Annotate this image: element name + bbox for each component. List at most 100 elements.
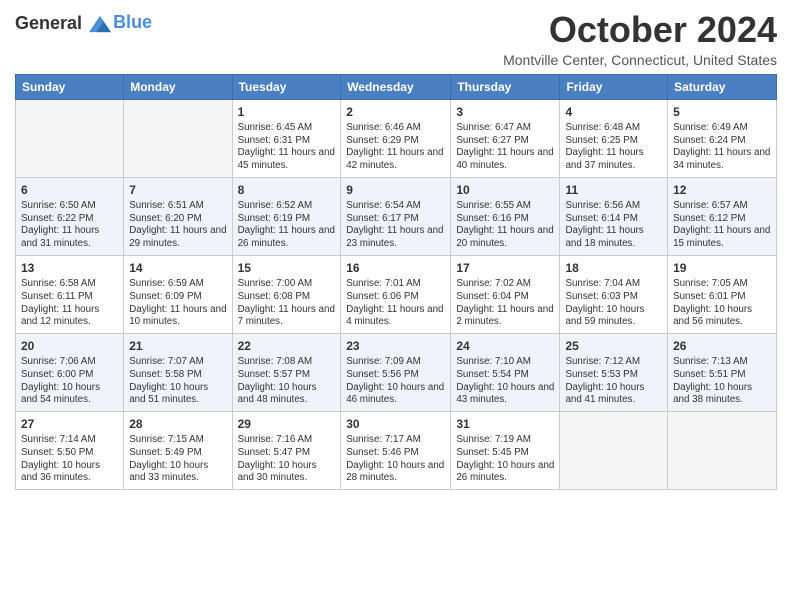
day-info: Sunrise: 7:00 AM Sunset: 6:08 PM Dayligh…: [238, 278, 336, 329]
day-info: Sunrise: 7:05 AM Sunset: 6:01 PM Dayligh…: [673, 278, 771, 329]
day-info: Sunrise: 6:57 AM Sunset: 6:12 PM Dayligh…: [673, 200, 771, 251]
day-info: Sunrise: 7:14 AM Sunset: 5:50 PM Dayligh…: [21, 434, 118, 485]
calendar-cell: 28 Sunrise: 7:15 AM Sunset: 5:49 PM Dayli…: [124, 412, 232, 490]
calendar-cell: 4 Sunrise: 6:48 AM Sunset: 6:25 PM Daylig…: [560, 99, 668, 177]
day-info: Sunrise: 7:15 AM Sunset: 5:49 PM Dayligh…: [129, 434, 226, 485]
day-info: Sunrise: 6:52 AM Sunset: 6:19 PM Dayligh…: [238, 200, 336, 251]
calendar-cell: 26 Sunrise: 7:13 AM Sunset: 5:51 PM Dayli…: [668, 333, 777, 411]
calendar-week-row: 27Sunrise: 7:14 AM Sunset: 5:50 PM Dayli…: [16, 412, 777, 490]
calendar-cell: 2 Sunrise: 6:46 AM Sunset: 6:29 PM Daylig…: [341, 99, 451, 177]
col-tuesday: Tuesday: [232, 74, 341, 99]
col-sunday: Sunday: [16, 74, 124, 99]
col-thursday: Thursday: [451, 74, 560, 99]
day-info: Sunrise: 6:48 AM Sunset: 6:25 PM Dayligh…: [565, 122, 662, 173]
calendar-cell: 23 Sunrise: 7:09 AM Sunset: 5:56 PM Dayli…: [341, 333, 451, 411]
day-number: 13: [21, 260, 118, 276]
day-number: 30: [346, 416, 445, 432]
day-number: 5: [673, 104, 771, 120]
calendar-cell: 31Sunrise: 7:19 AM Sunset: 5:45 PM Dayli…: [451, 412, 560, 490]
calendar-cell: 9 Sunrise: 6:54 AM Sunset: 6:17 PM Daylig…: [341, 177, 451, 255]
day-info: Sunrise: 6:47 AM Sunset: 6:27 PM Dayligh…: [456, 122, 554, 173]
day-number: 20: [21, 338, 118, 354]
calendar-cell: 18Sunrise: 7:04 AM Sunset: 6:03 PM Dayli…: [560, 255, 668, 333]
calendar-cell: 22 Sunrise: 7:08 AM Sunset: 5:57 PM Dayli…: [232, 333, 341, 411]
calendar-page: General Blue October 2024 Montville Cent…: [0, 0, 792, 612]
day-number: 18: [565, 260, 662, 276]
logo-icon: [89, 15, 111, 33]
day-info: Sunrise: 7:09 AM Sunset: 5:56 PM Dayligh…: [346, 356, 445, 407]
day-number: 14: [129, 260, 226, 276]
calendar-cell: 24Sunrise: 7:10 AM Sunset: 5:54 PM Dayli…: [451, 333, 560, 411]
day-number: 8: [238, 182, 336, 198]
calendar-cell: 1Sunrise: 6:45 AM Sunset: 6:31 PM Daylig…: [232, 99, 341, 177]
day-number: 10: [456, 182, 554, 198]
day-number: 4: [565, 104, 662, 120]
calendar-cell: 19 Sunrise: 7:05 AM Sunset: 6:01 PM Dayli…: [668, 255, 777, 333]
day-number: 28: [129, 416, 226, 432]
day-info: Sunrise: 7:07 AM Sunset: 5:58 PM Dayligh…: [129, 356, 226, 407]
day-info: Sunrise: 7:10 AM Sunset: 5:54 PM Dayligh…: [456, 356, 554, 407]
day-info: Sunrise: 6:59 AM Sunset: 6:09 PM Dayligh…: [129, 278, 226, 329]
day-info: Sunrise: 7:13 AM Sunset: 5:51 PM Dayligh…: [673, 356, 771, 407]
calendar-week-row: 13Sunrise: 6:58 AM Sunset: 6:11 PM Dayli…: [16, 255, 777, 333]
day-info: Sunrise: 6:54 AM Sunset: 6:17 PM Dayligh…: [346, 200, 445, 251]
calendar-cell: 15 Sunrise: 7:00 AM Sunset: 6:08 PM Dayli…: [232, 255, 341, 333]
day-info: Sunrise: 6:45 AM Sunset: 6:31 PM Dayligh…: [238, 122, 336, 173]
calendar-cell: 16 Sunrise: 7:01 AM Sunset: 6:06 PM Dayli…: [341, 255, 451, 333]
day-number: 31: [456, 416, 554, 432]
calendar-cell: [124, 99, 232, 177]
day-info: Sunrise: 6:55 AM Sunset: 6:16 PM Dayligh…: [456, 200, 554, 251]
location: Montville Center, Connecticut, United St…: [503, 52, 777, 68]
day-number: 12: [673, 182, 771, 198]
month-title: October 2024: [503, 10, 777, 50]
day-number: 22: [238, 338, 336, 354]
day-info: Sunrise: 6:46 AM Sunset: 6:29 PM Dayligh…: [346, 122, 445, 173]
day-number: 3: [456, 104, 554, 120]
calendar-cell: [16, 99, 124, 177]
logo: General Blue: [15, 14, 152, 34]
calendar-cell: [560, 412, 668, 490]
calendar-cell: 6Sunrise: 6:50 AM Sunset: 6:22 PM Daylig…: [16, 177, 124, 255]
calendar-week-row: 6Sunrise: 6:50 AM Sunset: 6:22 PM Daylig…: [16, 177, 777, 255]
day-info: Sunrise: 7:08 AM Sunset: 5:57 PM Dayligh…: [238, 356, 336, 407]
calendar-header-row: Sunday Monday Tuesday Wednesday Thursday…: [16, 74, 777, 99]
day-number: 26: [673, 338, 771, 354]
day-number: 7: [129, 182, 226, 198]
calendar-cell: [668, 412, 777, 490]
day-number: 15: [238, 260, 336, 276]
calendar-cell: 3 Sunrise: 6:47 AM Sunset: 6:27 PM Daylig…: [451, 99, 560, 177]
calendar-cell: 29 Sunrise: 7:16 AM Sunset: 5:47 PM Dayli…: [232, 412, 341, 490]
col-friday: Friday: [560, 74, 668, 99]
day-number: 17: [456, 260, 554, 276]
calendar-cell: 25Sunrise: 7:12 AM Sunset: 5:53 PM Dayli…: [560, 333, 668, 411]
calendar-cell: 21 Sunrise: 7:07 AM Sunset: 5:58 PM Dayli…: [124, 333, 232, 411]
calendar-week-row: 1Sunrise: 6:45 AM Sunset: 6:31 PM Daylig…: [16, 99, 777, 177]
day-number: 21: [129, 338, 226, 354]
day-info: Sunrise: 7:06 AM Sunset: 6:00 PM Dayligh…: [21, 356, 118, 407]
day-number: 9: [346, 182, 445, 198]
calendar-cell: 17 Sunrise: 7:02 AM Sunset: 6:04 PM Dayli…: [451, 255, 560, 333]
day-number: 2: [346, 104, 445, 120]
day-info: Sunrise: 6:51 AM Sunset: 6:20 PM Dayligh…: [129, 200, 226, 251]
calendar-cell: 12 Sunrise: 6:57 AM Sunset: 6:12 PM Dayli…: [668, 177, 777, 255]
day-info: Sunrise: 7:12 AM Sunset: 5:53 PM Dayligh…: [565, 356, 662, 407]
day-info: Sunrise: 7:02 AM Sunset: 6:04 PM Dayligh…: [456, 278, 554, 329]
day-number: 23: [346, 338, 445, 354]
calendar-table: Sunday Monday Tuesday Wednesday Thursday…: [15, 74, 777, 491]
day-info: Sunrise: 7:17 AM Sunset: 5:46 PM Dayligh…: [346, 434, 445, 485]
day-info: Sunrise: 7:01 AM Sunset: 6:06 PM Dayligh…: [346, 278, 445, 329]
calendar-cell: 10 Sunrise: 6:55 AM Sunset: 6:16 PM Dayli…: [451, 177, 560, 255]
calendar-cell: 11Sunrise: 6:56 AM Sunset: 6:14 PM Dayli…: [560, 177, 668, 255]
day-info: Sunrise: 7:16 AM Sunset: 5:47 PM Dayligh…: [238, 434, 336, 485]
day-number: 19: [673, 260, 771, 276]
calendar-cell: 14 Sunrise: 6:59 AM Sunset: 6:09 PM Dayli…: [124, 255, 232, 333]
day-number: 16: [346, 260, 445, 276]
calendar-cell: 20 Sunrise: 7:06 AM Sunset: 6:00 PM Dayli…: [16, 333, 124, 411]
col-wednesday: Wednesday: [341, 74, 451, 99]
day-info: Sunrise: 6:56 AM Sunset: 6:14 PM Dayligh…: [565, 200, 662, 251]
calendar-cell: 7 Sunrise: 6:51 AM Sunset: 6:20 PM Daylig…: [124, 177, 232, 255]
calendar-cell: 13Sunrise: 6:58 AM Sunset: 6:11 PM Dayli…: [16, 255, 124, 333]
title-block: October 2024 Montville Center, Connectic…: [503, 10, 777, 68]
day-number: 29: [238, 416, 336, 432]
col-monday: Monday: [124, 74, 232, 99]
